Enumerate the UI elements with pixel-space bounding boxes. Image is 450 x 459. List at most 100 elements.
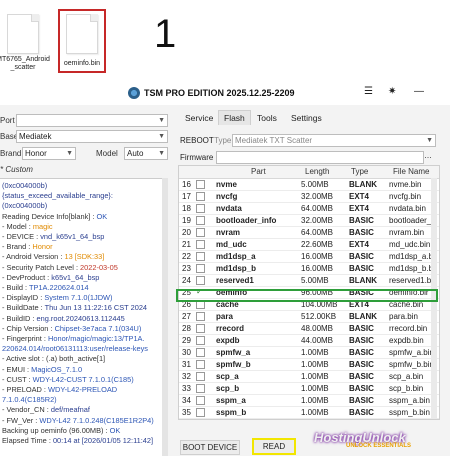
table-row[interactable]: 17 nvcfg 32.00MB EXT4 nvcfg.bin — [179, 191, 439, 203]
row-checkbox[interactable] — [196, 204, 205, 213]
tab-flash[interactable]: Flash — [218, 110, 251, 125]
log-segment: - Fingerprint : — [2, 334, 49, 343]
log-segment: Honor/magic/magic:13/TP1A. — [48, 334, 145, 343]
table-row[interactable]: 16 nvme 5.00MB BLANK nvme.bin — [179, 179, 439, 191]
table-row[interactable]: 33 scp_b 1.00MB BASIC scp_b.bin — [179, 383, 439, 395]
part-type: BASIC — [349, 408, 374, 417]
log-segment: OK — [96, 211, 108, 221]
tab-tools[interactable]: Tools — [252, 111, 282, 125]
table-row[interactable]: 29 expdb 44.00MB BASIC expdb.bin — [179, 335, 439, 347]
log-line: - Build : TP1A.220624.014 — [2, 283, 89, 292]
log-line: - PRELOAD : WDY-L42-PRELOAD — [2, 385, 117, 394]
log-segment: k65v1_64_bsp — [51, 272, 100, 282]
file-name: sspm_a.bin — [389, 396, 430, 405]
read-button[interactable]: READ — [252, 438, 296, 455]
boot-device-button[interactable]: BOOT DEVICE — [180, 440, 240, 455]
table-row[interactable]: 35 sspm_b 1.00MB BASIC sspm_b.bin — [179, 407, 439, 419]
row-checkbox[interactable] — [196, 384, 205, 393]
table-row[interactable]: 28 rrecord 48.00MB BASIC rrecord.bin — [179, 323, 439, 335]
tab-service[interactable]: Service — [180, 111, 218, 125]
table-row[interactable]: 20 nvram 64.00MB BASIC nvram.bin — [179, 227, 439, 239]
row-checkbox[interactable] — [196, 336, 205, 345]
row-checkbox[interactable] — [196, 360, 205, 369]
firmware-input[interactable] — [216, 151, 424, 164]
part-name: spmfw_b — [216, 360, 251, 369]
col-header-length[interactable]: Length — [305, 167, 329, 176]
part-name: para — [216, 312, 233, 321]
file-name: scp_a.bin — [389, 372, 424, 381]
model-label: Model — [96, 149, 118, 158]
row-checkbox[interactable] — [196, 264, 205, 273]
part-length: 16.00MB — [301, 264, 334, 273]
tab-settings[interactable]: Settings — [286, 111, 327, 125]
table-row[interactable]: 31 spmfw_b 1.00MB BASIC spmfw_b.bin — [179, 359, 439, 371]
type-select[interactable]: Mediatek TXT Scatter ▼ — [232, 134, 436, 147]
table-row[interactable]: 21 md_udc 22.60MB EXT4 md_udc.bin — [179, 239, 439, 251]
scatter-file-icon[interactable] — [7, 14, 39, 54]
row-checkbox[interactable] — [196, 192, 205, 201]
log-line: - Brand : Honor — [2, 242, 53, 251]
custom-label[interactable]: * Custom — [0, 165, 33, 174]
col-header-file[interactable]: File Name — [393, 167, 429, 176]
row-checkbox[interactable] — [196, 216, 205, 225]
col-header-type[interactable]: Type — [351, 167, 368, 176]
log-segment: magic — [32, 221, 53, 231]
log-line: - CUST : WDY-L42-CUST 7.1.0.1(C185) — [2, 375, 134, 384]
table-row[interactable]: 19 bootloader_info 32.00MB BASIC bootloader_ — [179, 215, 439, 227]
part-name: nvme — [216, 180, 237, 189]
row-index: 30 — [182, 348, 191, 357]
minimize-icon[interactable]: — — [414, 86, 424, 97]
row-checkbox[interactable] — [196, 372, 205, 381]
table-row[interactable]: 22 md1dsp_a 16.00MB BASIC md1dsp_a.b — [179, 251, 439, 263]
file-name: nvdata.bin — [389, 204, 426, 213]
row-checkbox[interactable] — [196, 228, 205, 237]
theme-icon[interactable]: ✷ — [388, 86, 396, 97]
col-header-part[interactable]: Part — [251, 167, 266, 176]
part-type: BASIC — [349, 348, 374, 357]
table-row[interactable]: 23 md1dsp_b 16.00MB BASIC md1dsp_b.b — [179, 263, 439, 275]
browse-button[interactable]: … — [424, 151, 432, 160]
row-checkbox[interactable] — [196, 240, 205, 249]
part-name: sspm_a — [216, 396, 246, 405]
log-segment: - DevProduct : — [2, 272, 52, 282]
row-checkbox[interactable] — [196, 252, 205, 261]
log-line: - Vendor_CN : def/meafnaf — [2, 405, 90, 414]
file-name: spmfw_a.bin — [389, 348, 431, 357]
log-panel: (0xc004000b) {status_exceed_available_ran… — [0, 178, 168, 459]
log-scrollbar[interactable] — [162, 178, 168, 456]
row-checkbox[interactable] — [196, 276, 205, 285]
table-row[interactable]: 24 reserved1 5.00MB BLANK reserved1.b — [179, 275, 439, 287]
log-line: - Security Patch Level : 2022-03-05 — [2, 263, 118, 272]
brand-select[interactable]: Honor ▼ — [22, 147, 76, 160]
row-checkbox[interactable] — [196, 312, 205, 321]
part-name: reserved1 — [216, 276, 254, 285]
log-line: (0xc004000b) — [2, 181, 48, 190]
model-select[interactable]: Auto ▼ — [124, 147, 168, 160]
table-row[interactable]: 27 para 512.00KB BLANK para.bin — [179, 311, 439, 323]
row-checkbox[interactable] — [196, 180, 205, 189]
file-name: md_udc.bin — [389, 240, 431, 249]
reboot-label[interactable]: REBOOT — [180, 136, 214, 145]
menu-icon[interactable]: ☰ — [364, 86, 373, 97]
log-segment: Elapsed Time : — [2, 436, 53, 445]
row-index: 33 — [182, 384, 191, 393]
chevron-down-icon: ▼ — [426, 137, 433, 144]
part-type: BLANK — [349, 180, 377, 189]
row-checkbox[interactable] — [196, 324, 205, 333]
log-line: 220624.014/root06131113:user/release-key… — [2, 344, 148, 353]
log-line: - BuildID : eng.root.20240613.112445 — [2, 314, 125, 323]
table-row[interactable]: 34 sspm_a 1.00MB BASIC sspm_a.bin — [179, 395, 439, 407]
part-type: BASIC — [349, 264, 374, 273]
log-segment: 220624.014/root06131113:user/release-key… — [2, 344, 148, 354]
port-select[interactable]: ▼ — [16, 114, 168, 127]
row-checkbox[interactable] — [196, 396, 205, 405]
title-bar: TSM PRO EDITION 2025.12.25-2209 ☰ ✷ — — [0, 83, 450, 105]
base-select[interactable]: Mediatek ▼ — [16, 130, 168, 143]
row-checkbox[interactable] — [196, 408, 205, 417]
table-row[interactable]: 18 nvdata 64.00MB EXT4 nvdata.bin — [179, 203, 439, 215]
table-row[interactable]: 32 scp_a 1.00MB BASIC scp_a.bin — [179, 371, 439, 383]
row-checkbox[interactable] — [196, 348, 205, 357]
part-type: BLANK — [349, 312, 377, 321]
chevron-down-icon: ▼ — [158, 150, 165, 157]
table-row[interactable]: 30 spmfw_a 1.00MB BASIC spmfw_a.bin — [179, 347, 439, 359]
